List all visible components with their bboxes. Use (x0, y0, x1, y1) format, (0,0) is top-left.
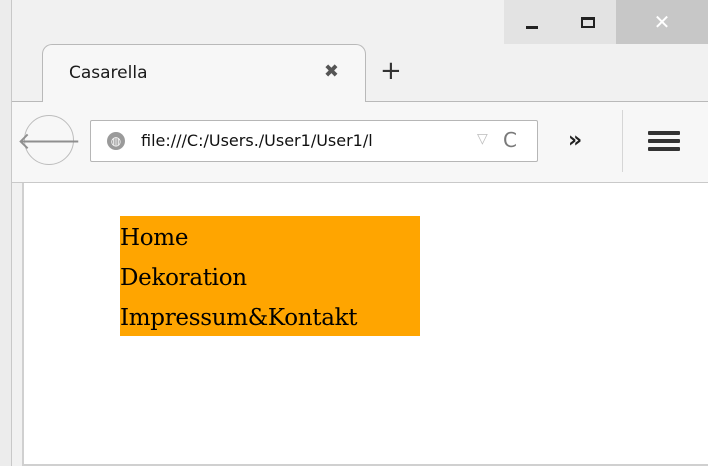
hamburger-menu-icon[interactable] (648, 131, 680, 151)
close-window-button[interactable]: ✕ (616, 0, 708, 44)
url-bar[interactable]: ◍ file:///C:/Users./User1/User1/l ▽ C (90, 120, 538, 162)
tab-casarella[interactable]: Casarella ✖ (42, 44, 366, 102)
toolbar-separator (622, 110, 623, 172)
history-dropdown-icon[interactable]: ▽ (477, 131, 488, 147)
globe-icon: ◍ (107, 132, 125, 150)
minimize-icon (526, 25, 538, 29)
window-controls: ✕ (504, 0, 708, 44)
active-tab-join (43, 101, 365, 102)
content-left-border (22, 183, 24, 466)
maximize-icon (581, 16, 595, 28)
site-navigation-menu: Home Dekoration Impressum&Kontakt (120, 216, 420, 336)
menu-link-dekoration[interactable]: Dekoration (120, 258, 420, 298)
tab-title: Casarella (69, 63, 148, 83)
close-icon: ✕ (653, 10, 671, 34)
url-input[interactable]: file:///C:/Users./User1/User1/l (141, 131, 461, 150)
reload-icon[interactable]: C (503, 128, 517, 152)
menu-link-home[interactable]: Home (120, 218, 420, 258)
menu-link-impressum-kontakt[interactable]: Impressum&Kontakt (120, 298, 420, 338)
back-arrow-icon: 🡐 (16, 126, 82, 155)
overflow-chevron-icon[interactable]: » (568, 128, 582, 153)
new-tab-button[interactable]: + (380, 58, 402, 84)
minimize-button[interactable] (504, 0, 560, 44)
back-button[interactable]: 🡐 (17, 115, 81, 165)
tab-close-icon[interactable]: ✖ (324, 61, 339, 82)
browser-window: ✕ Casarella ✖ + 🡐 ◍ file:///C:/Users./Us… (0, 0, 708, 466)
maximize-button[interactable] (560, 0, 616, 44)
